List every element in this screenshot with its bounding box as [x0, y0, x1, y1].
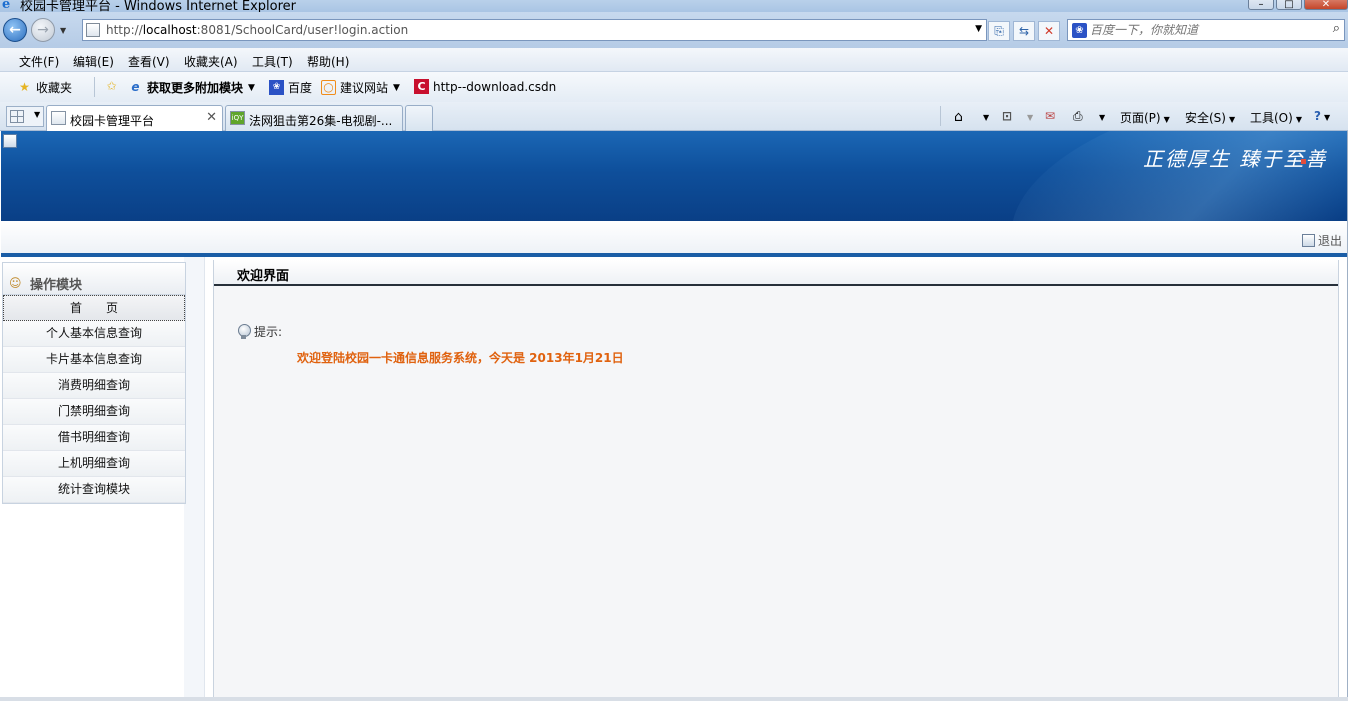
sidebar-gutter — [184, 257, 204, 697]
fav-suggested-sites[interactable]: ○ 建议网站 ▼ — [321, 79, 400, 96]
banner-motto: 正德厚生 臻于至善 — [1143, 147, 1328, 171]
sidebar-item-access-control[interactable]: 门禁明细查询 — [3, 399, 185, 425]
sidebar-item-personal-info[interactable]: 个人基本信息查询 — [3, 321, 185, 347]
favorites-separator — [94, 77, 95, 97]
logout-icon — [1301, 234, 1315, 247]
print-icon[interactable]: ⎙ — [1073, 109, 1083, 124]
welcome-message: 欢迎登陆校园一卡通信息服务系统，今天是 2013年1月21日 — [297, 351, 624, 365]
sidebar-item-statistics[interactable]: 统计查询模块 — [3, 477, 185, 503]
address-bar[interactable]: http://localhost:8081/SchoolCard/user!lo… — [82, 19, 987, 41]
sidebar-item-card-info[interactable]: 卡片基本信息查询 — [3, 347, 185, 373]
fav-csdn[interactable]: C http--download.csdn — [414, 79, 556, 94]
window-controls: – □ ✕ — [1246, 0, 1348, 10]
ie-page-icon: e — [131, 80, 140, 94]
sidebar: ☺ 操作模块 首 页 个人基本信息查询 卡片基本信息查询 消费明细查询 门禁明细… — [1, 257, 205, 697]
safety-menu[interactable]: 安全(S) ▼ — [1185, 109, 1235, 126]
lightbulb-icon — [237, 323, 251, 340]
print-dropdown-icon[interactable]: ▼ — [1096, 109, 1105, 123]
close-window-button[interactable]: ✕ — [1304, 0, 1348, 10]
search-input[interactable] — [1090, 22, 1320, 38]
tab-list-dropdown-icon[interactable]: ▼ — [34, 110, 40, 119]
recent-pages-dropdown-icon[interactable]: ▼ — [60, 26, 66, 35]
status-bar — [0, 697, 1348, 701]
add-favorite-button[interactable]: ✩ — [104, 79, 123, 94]
suggested-sites-icon: ○ — [321, 80, 336, 95]
menu-help[interactable]: 帮助(H) — [307, 53, 349, 70]
minimize-button[interactable]: – — [1248, 0, 1274, 10]
tip-row: 提示: — [237, 323, 282, 340]
mail-icon[interactable]: ✉ — [1045, 109, 1055, 123]
address-actions: ⎘ ⇆ ✕ — [988, 21, 1063, 41]
navigation-bar: ← → ▼ http://localhost:8081/SchoolCard/u… — [0, 12, 1348, 48]
back-button[interactable]: ← — [3, 18, 27, 42]
refresh-icon[interactable]: ⇆ — [1013, 21, 1035, 41]
tab-tv-series[interactable]: iQY 法网狙击第26集-电视剧-... — [225, 105, 403, 131]
new-tab-button[interactable] — [405, 105, 433, 131]
tab-campus-card[interactable]: 校园卡管理平台 ✕ — [46, 105, 223, 131]
chevron-down-icon: ▼ — [393, 82, 400, 93]
tip-label: 提示: — [254, 325, 283, 339]
favorites-bar: ★ 收藏夹 ✩ e 获取更多附加模块 ▼ ❀ 百度 ○ 建议网站 ▼ C htt… — [0, 72, 1348, 102]
operation-menu: ☺ 操作模块 首 页 个人基本信息查询 卡片基本信息查询 消费明细查询 门禁明细… — [2, 262, 186, 504]
sidebar-item-consumption[interactable]: 消费明细查询 — [3, 373, 185, 399]
menu-file[interactable]: 文件(F) — [19, 53, 59, 70]
home-icon[interactable]: ⌂ — [954, 109, 963, 125]
feeds-dropdown-icon[interactable]: ▼ — [1024, 109, 1033, 123]
logout-link[interactable]: 退出 — [1301, 232, 1342, 249]
command-separator — [940, 106, 941, 126]
compatibility-view-icon[interactable]: ⎘ — [988, 21, 1010, 41]
address-url[interactable]: http://localhost:8081/SchoolCard/user!lo… — [106, 23, 408, 37]
csdn-icon: C — [414, 79, 429, 94]
banner-seal-icon — [1301, 159, 1306, 164]
menu-bar: 文件(F) 编辑(E) 查看(V) 收藏夹(A) 工具(T) 帮助(H) — [0, 48, 1348, 72]
stop-icon[interactable]: ✕ — [1038, 21, 1060, 41]
menu-edit[interactable]: 编辑(E) — [73, 53, 114, 70]
page-icon — [3, 134, 17, 148]
tab-bar: ▼ 校园卡管理平台 ✕ iQY 法网狙击第26集-电视剧-... ⌂ ▼ ⊡ ▼… — [0, 102, 1348, 131]
menu-tools[interactable]: 工具(T) — [252, 53, 293, 70]
chevron-down-icon: ▼ — [248, 82, 255, 93]
page-title: 欢迎界面 — [214, 260, 1338, 286]
favorites-button[interactable]: ★ 收藏夹 — [17, 79, 72, 96]
sidebar-item-computer-use[interactable]: 上机明细查询 — [3, 451, 185, 477]
favorites-star-icon: ★ — [19, 80, 30, 94]
sidebar-item-home[interactable]: 首 页 — [3, 295, 185, 321]
search-icon[interactable]: ⌕ — [1333, 21, 1340, 36]
sidebar-item-library[interactable]: 借书明细查询 — [3, 425, 185, 451]
baidu-paw-icon: ❀ — [269, 80, 284, 95]
ie-logo-icon: e — [2, 0, 11, 12]
main-content: 欢迎界面 提示: 欢迎登陆校园一卡通信息服务系统，今天是 2013年1月21日 — [213, 260, 1339, 697]
feeds-icon[interactable]: ⊡ — [1002, 109, 1012, 123]
menu-favorites[interactable]: 收藏夹(A) — [184, 53, 238, 70]
window-titlebar: e 校园卡管理平台 - Windows Internet Explorer – … — [0, 0, 1348, 12]
page-favicon-icon — [86, 23, 100, 37]
quick-tabs-grid-icon — [10, 110, 24, 123]
baidu-paw-icon: ❀ — [1072, 23, 1087, 38]
fav-get-addons[interactable]: e 获取更多附加模块 ▼ — [128, 79, 255, 96]
help-icon[interactable]: ? ▼ — [1314, 109, 1330, 123]
maximize-button[interactable]: □ — [1276, 0, 1302, 10]
add-favorite-icon: ✩ — [106, 79, 117, 93]
tools-menu[interactable]: 工具(O) ▼ — [1250, 109, 1302, 126]
fav-baidu[interactable]: ❀ 百度 — [269, 79, 312, 96]
close-tab-icon[interactable]: ✕ — [206, 110, 217, 125]
iqiyi-icon: iQY — [230, 111, 245, 125]
window-title: 校园卡管理平台 - Windows Internet Explorer — [20, 0, 296, 12]
menu-view[interactable]: 查看(V) — [128, 53, 170, 70]
page-favicon-icon — [51, 111, 66, 125]
address-dropdown-icon[interactable]: ▼ — [975, 24, 982, 34]
home-dropdown-icon[interactable]: ▼ — [980, 109, 989, 123]
site-banner: 正德厚生 臻于至善 — [1, 131, 1347, 221]
quick-tabs-button[interactable]: ▼ — [6, 106, 44, 127]
users-icon: ☺ — [9, 276, 22, 290]
sidebar-header: ☺ 操作模块 — [3, 263, 185, 295]
header-strip: 退出 — [1, 221, 1347, 253]
search-box[interactable]: ❀ ⌕ — [1067, 19, 1345, 41]
page-menu[interactable]: 页面(P) ▼ — [1120, 109, 1170, 126]
forward-button[interactable]: → — [31, 18, 55, 42]
